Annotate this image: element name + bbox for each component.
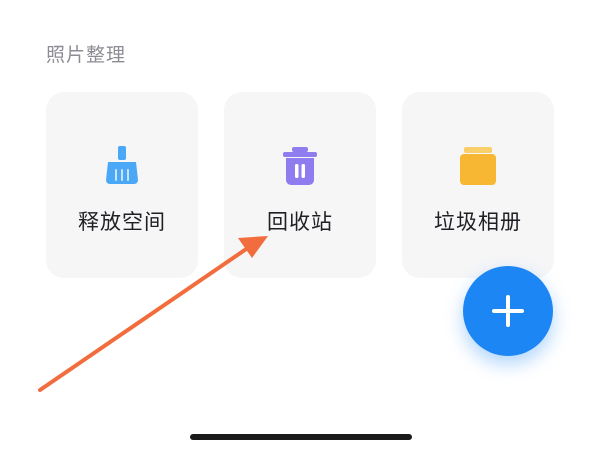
section-title: 照片整理	[46, 44, 127, 66]
trash-icon	[283, 147, 317, 185]
add-button[interactable]	[463, 266, 553, 356]
junk-album-label: 垃圾相册	[434, 210, 522, 234]
free-space-label: 释放空间	[78, 210, 166, 234]
recycle-bin-label: 回收站	[267, 210, 333, 234]
album-icon	[460, 147, 496, 185]
junk-album-card[interactable]: 垃圾相册	[402, 92, 554, 278]
free-space-card[interactable]: 释放空间	[46, 92, 198, 278]
photo-organize-screen: 照片整理 释放空间 回收站 垃圾相册	[0, 0, 600, 450]
home-indicator[interactable]	[190, 434, 412, 440]
broom-icon	[106, 146, 138, 184]
recycle-bin-card[interactable]: 回收站	[224, 92, 376, 278]
plus-icon	[492, 295, 524, 327]
